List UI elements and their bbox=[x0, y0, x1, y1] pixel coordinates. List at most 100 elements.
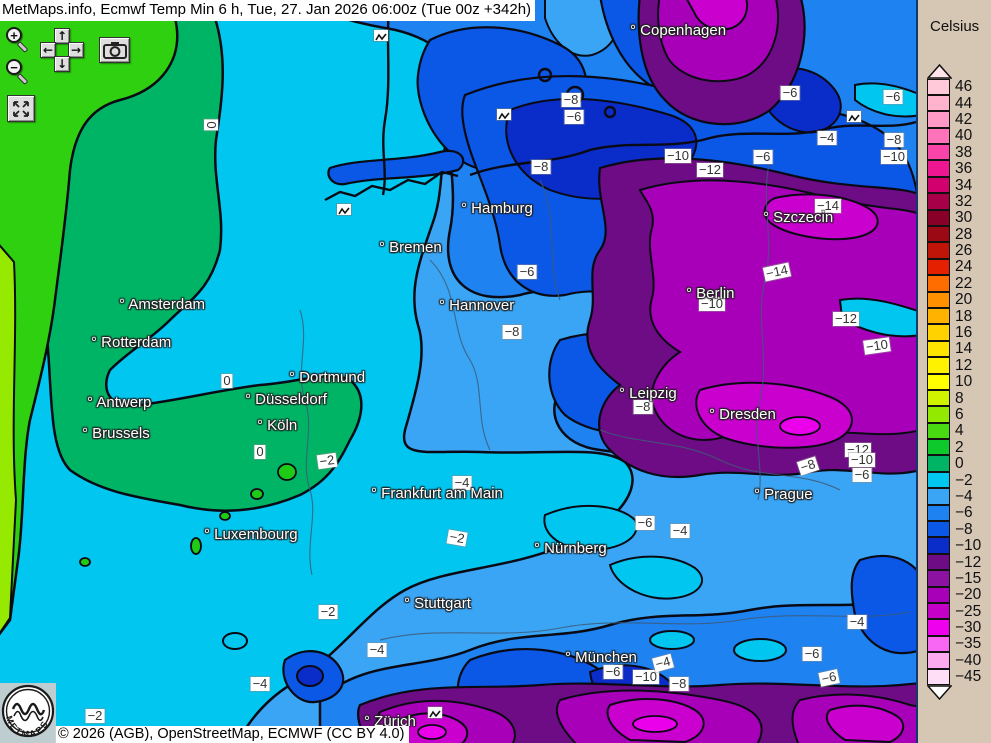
legend-swatch bbox=[927, 324, 950, 340]
legend-entry: −45 bbox=[927, 669, 991, 685]
map-glyph-icon bbox=[374, 30, 388, 41]
contour-value-label: −8 bbox=[503, 325, 522, 339]
contour-value-label: −6 bbox=[518, 265, 537, 279]
legend-value: 2 bbox=[950, 440, 964, 456]
contour-value-label: −10 bbox=[665, 149, 691, 163]
legend-entry: −2 bbox=[927, 472, 991, 488]
contour-value-label: −4 bbox=[848, 615, 867, 629]
contour-value-label: −4 bbox=[671, 524, 690, 538]
city-label: Antwerp bbox=[87, 394, 151, 411]
contour-value-label: 0 bbox=[254, 445, 265, 459]
contour-value-label: −8 bbox=[634, 400, 653, 414]
legend-value: 18 bbox=[950, 309, 972, 325]
legend-value: 40 bbox=[950, 128, 972, 144]
city-label: Rotterdam bbox=[91, 334, 171, 351]
legend-entry: 38 bbox=[927, 145, 991, 161]
legend-value: −2 bbox=[950, 473, 973, 489]
map-title: MetMaps.info, Ecmwf Temp Min 6 h, Tue, 2… bbox=[0, 0, 535, 21]
legend-swatch bbox=[927, 226, 950, 242]
city-label: Dresden bbox=[709, 406, 776, 423]
metmaps-logo[interactable]: METMAPS bbox=[0, 683, 56, 743]
pan-down-button[interactable]: ↓ bbox=[54, 56, 70, 72]
legend-value: 12 bbox=[950, 358, 972, 374]
legend-entry: −35 bbox=[927, 636, 991, 652]
legend-value: 4 bbox=[950, 423, 964, 439]
legend-swatch bbox=[927, 242, 950, 258]
legend-swatch bbox=[927, 177, 950, 193]
contour-value-label: −2 bbox=[86, 709, 105, 723]
legend-value: −8 bbox=[950, 522, 973, 538]
fullscreen-icon bbox=[11, 99, 31, 119]
legend-value: 26 bbox=[950, 243, 972, 259]
legend-entry: 34 bbox=[927, 177, 991, 193]
map-glyph-icon bbox=[847, 111, 861, 122]
metmaps-weather-app: CopenhagenHamburgBremenHannoverBerlinSzc… bbox=[0, 0, 991, 743]
legend-swatch bbox=[927, 554, 950, 570]
legend-value: −20 bbox=[950, 587, 981, 603]
legend-swatch bbox=[927, 603, 950, 619]
city-label: Dortmund bbox=[289, 369, 365, 386]
legend-entry: 44 bbox=[927, 95, 991, 111]
legend-value: 16 bbox=[950, 325, 972, 341]
legend-swatch bbox=[927, 128, 950, 144]
contour-value-label: −6 bbox=[803, 647, 822, 661]
zoom-in-button[interactable]: + bbox=[6, 27, 34, 55]
contour-value-label: 0 bbox=[221, 374, 232, 388]
city-label: Köln bbox=[257, 417, 297, 434]
legend-entry: −6 bbox=[927, 505, 991, 521]
map-glyph-icon bbox=[497, 109, 511, 120]
arrow-down-icon: ↓ bbox=[57, 57, 67, 71]
contour-value-label: −6 bbox=[636, 516, 655, 530]
legend-entry: 0 bbox=[927, 456, 991, 472]
copyright-text: © 2026 (AGB), OpenStreetMap, ECMWF (CC B… bbox=[55, 726, 409, 743]
legend-entry: 42 bbox=[927, 112, 991, 128]
legend-entry: 20 bbox=[927, 292, 991, 308]
contour-value-label: −8 bbox=[670, 677, 689, 691]
city-label: Brussels bbox=[82, 425, 150, 442]
legend-entry: 12 bbox=[927, 358, 991, 374]
contour-value-label: −2 bbox=[447, 529, 468, 546]
legend-value: 32 bbox=[950, 194, 972, 210]
legend-value: −10 bbox=[950, 538, 981, 554]
contour-value-label: −10 bbox=[881, 150, 907, 164]
legend-swatch bbox=[927, 521, 950, 537]
city-label: Hamburg bbox=[461, 200, 533, 217]
contour-value-label: −6 bbox=[754, 150, 773, 164]
city-label: Berlin bbox=[686, 285, 735, 302]
contour-value-label: −6 bbox=[853, 468, 872, 482]
legend-entry: 32 bbox=[927, 194, 991, 210]
legend-value: 38 bbox=[950, 145, 972, 161]
legend-value: 14 bbox=[950, 341, 972, 357]
legend-swatch bbox=[927, 669, 950, 685]
legend-entry: −10 bbox=[927, 538, 991, 554]
pan-right-button[interactable]: → bbox=[68, 42, 84, 58]
weather-map[interactable]: CopenhagenHamburgBremenHannoverBerlinSzc… bbox=[0, 0, 916, 743]
screenshot-button[interactable] bbox=[99, 37, 130, 63]
legend-entry: 18 bbox=[927, 308, 991, 324]
zoom-out-button[interactable]: − bbox=[6, 59, 34, 87]
contour-value-label: −6 bbox=[884, 90, 903, 104]
legend-value: 36 bbox=[950, 161, 972, 177]
legend-entry: −40 bbox=[927, 653, 991, 669]
contour-value-label: −6 bbox=[781, 86, 800, 100]
legend-swatch bbox=[927, 652, 950, 668]
magnifier-handle bbox=[16, 73, 28, 85]
arrow-left-icon: ← bbox=[43, 43, 53, 57]
legend-entry: −4 bbox=[927, 489, 991, 505]
legend-value: 20 bbox=[950, 292, 972, 308]
legend-swatch bbox=[927, 439, 950, 455]
legend-swatch bbox=[927, 357, 950, 373]
contour-value-label: −4 bbox=[251, 677, 270, 691]
legend-value: −30 bbox=[950, 620, 981, 636]
city-label: Bremen bbox=[379, 239, 442, 256]
legend-value: 6 bbox=[950, 407, 964, 423]
legend-swatch bbox=[927, 275, 950, 291]
temperature-legend: Celsius 46444240383634323028262422201816… bbox=[916, 0, 991, 743]
legend-colorbar: 4644424038363432302826242220181614121086… bbox=[927, 64, 991, 700]
legend-value: −25 bbox=[950, 604, 981, 620]
fullscreen-button[interactable] bbox=[7, 95, 35, 122]
legend-entry: 2 bbox=[927, 440, 991, 456]
legend-value: −6 bbox=[950, 505, 973, 521]
legend-entry: −15 bbox=[927, 571, 991, 587]
legend-swatch bbox=[927, 210, 950, 226]
